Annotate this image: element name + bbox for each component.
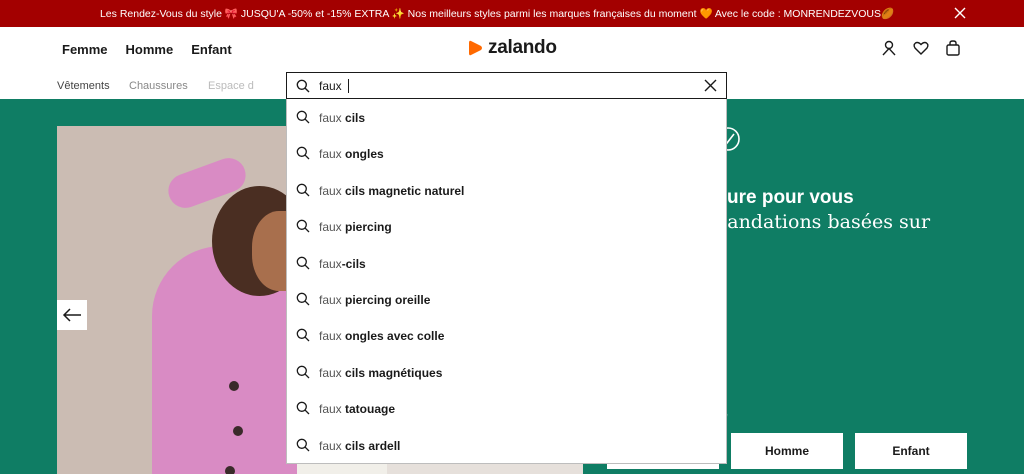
gender-nav: Femme Homme Enfant [62,42,232,57]
suggestion-text: faux-cils [319,256,366,271]
heart-icon[interactable] [912,39,930,57]
suggestion-text: faux ongles [319,147,384,162]
search-icon [296,292,310,306]
search-icon [296,438,310,452]
search-icon [296,256,310,270]
promo-text: Les Rendez-Vous du style 🎀 JUSQU'A -50% … [99,8,895,20]
suggestion-item[interactable]: faux piercing oreille [287,281,726,317]
carousel-prev-button[interactable] [57,300,87,330]
hero-title: ure pour vous [727,187,854,208]
catnav-espace[interactable]: Espace d [208,80,254,92]
suggestion-item[interactable]: faux ongles [287,135,726,171]
search-icon [296,147,310,160]
search-icon [296,329,310,342]
hero-button-homme[interactable]: Homme [731,433,843,469]
arrow-left-icon [62,308,81,322]
hero-button-enfant[interactable]: Enfant [855,433,967,469]
zalando-logo-icon [469,40,482,56]
suggestion-item[interactable]: faux cils ardell [287,427,726,463]
suggestion-item[interactable]: faux tatouage [287,390,726,426]
suggestion-item[interactable]: faux cils magnetic naturel [287,172,726,208]
suggestion-text: faux cils magnetic naturel [319,183,465,198]
suggestion-item[interactable]: faux cils magnétiques [287,354,726,390]
catnav-vetements[interactable]: Vêtements [57,80,110,92]
suggestion-item[interactable]: faux ongles avec colle [287,317,726,353]
nav-homme[interactable]: Homme [126,42,174,57]
suggestion-text: faux cils ardell [319,438,401,453]
suggestion-text: faux piercing [319,220,392,235]
hero-subtitle: nandations basées sur [715,211,931,233]
user-icon[interactable] [880,39,898,57]
close-icon[interactable] [952,5,968,21]
suggestion-item[interactable]: faux piercing [287,208,726,244]
suggestion-text: faux tatouage [319,402,396,417]
search-icon [296,183,310,197]
search-input[interactable] [319,77,679,95]
site-header: Femme Homme Enfant zalando [0,27,1024,71]
nav-enfant[interactable]: Enfant [191,42,231,57]
promo-banner[interactable]: Les Rendez-Vous du style 🎀 JUSQU'A -50% … [0,0,1024,27]
search-icon [296,219,310,233]
bag-icon[interactable] [944,39,962,57]
clear-search-icon[interactable] [703,78,718,93]
suggestion-item[interactable]: faux cils [287,99,726,135]
search-icon [296,401,310,415]
suggestion-item[interactable]: faux-cils [287,245,726,281]
search-suggestions: faux cils faux ongles faux cils magnetic… [286,99,727,464]
suggestion-text: faux cils magnétiques [319,365,443,380]
suggestion-text: faux ongles avec colle [319,329,445,344]
header-icons [880,39,962,57]
logo-text: zalando [488,37,557,58]
search-box[interactable] [286,72,727,99]
logo[interactable]: zalando [466,37,557,59]
search-icon [296,365,310,379]
catnav-chaussures[interactable]: Chaussures [129,80,188,92]
search-icon [296,110,310,124]
suggestion-text: faux piercing oreille [319,293,431,307]
suggestion-text: faux cils [319,111,366,125]
text-caret [348,79,349,93]
search-icon [296,79,310,93]
nav-femme[interactable]: Femme [62,42,108,57]
